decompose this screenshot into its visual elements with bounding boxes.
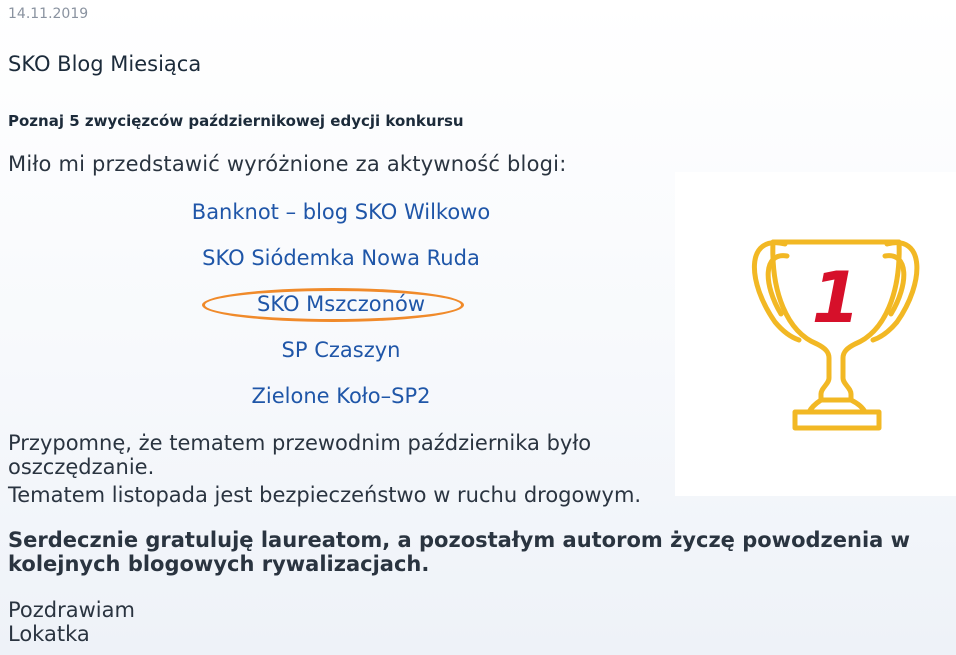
post-subtitle: Poznaj 5 zwycięzców październikowej edyc…	[8, 112, 464, 130]
trophy-icon: 1	[752, 239, 920, 431]
winner-link-zielone-kolo[interactable]: Zielone Koło–SP2	[0, 380, 682, 426]
winner-link-nowa-ruda[interactable]: SKO Siódemka Nowa Ruda	[0, 242, 682, 288]
highlight-ellipse	[202, 288, 464, 322]
post-date: 14.11.2019	[8, 6, 89, 22]
reminder-text: Przypomnę, że tematem przewodnim paździe…	[8, 431, 592, 479]
signoff: Pozdrawiam Lokatka	[8, 598, 135, 646]
greeting: Pozdrawiam	[8, 598, 135, 622]
winner-link-czaszyn[interactable]: SP Czaszyn	[0, 334, 682, 380]
post-title[interactable]: SKO Blog Miesiąca	[8, 52, 201, 76]
congrats-text: Serdecznie gratuluję laureatom, a pozost…	[8, 528, 911, 576]
trophy-number: 1	[812, 257, 861, 339]
winner-link-wilkowo[interactable]: Banknot – blog SKO Wilkowo	[0, 196, 682, 242]
signature: Lokatka	[8, 622, 90, 646]
post-intro: Miło mi przedstawić wyróżnione za aktywn…	[8, 152, 567, 176]
trophy-image: 1	[675, 172, 956, 496]
november-topic-text: Tematem listopada jest bezpieczeństwo w …	[8, 483, 642, 507]
